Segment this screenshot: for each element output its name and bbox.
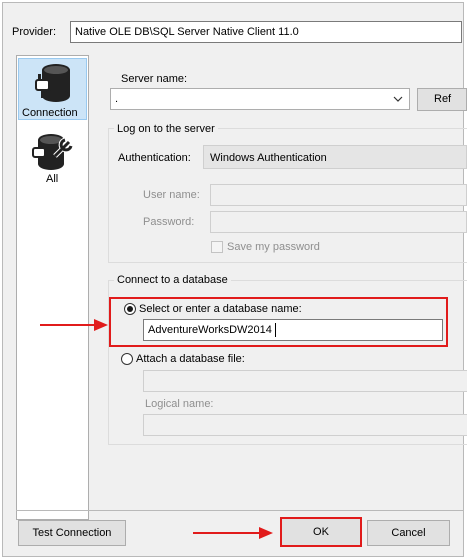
username-label: User name: bbox=[143, 189, 200, 201]
attach-database-label: Attach a database file: bbox=[136, 353, 245, 365]
save-password-label: Save my password bbox=[227, 241, 320, 253]
attach-database-file-input[interactable] bbox=[143, 370, 467, 392]
test-connection-label: Test Connection bbox=[32, 527, 112, 539]
logical-name-label: Logical name: bbox=[145, 398, 214, 410]
authentication-select[interactable]: Windows Authentication bbox=[203, 145, 467, 169]
server-name-label: Server name: bbox=[121, 73, 188, 85]
sidebar-item-connection-label: Connection bbox=[22, 107, 78, 119]
cancel-button[interactable]: Cancel bbox=[367, 520, 450, 546]
sidebar-item-all[interactable]: All bbox=[18, 132, 87, 187]
database-name-value: AdventureWorksDW2014 bbox=[148, 324, 272, 336]
annotation-arrow-icon bbox=[40, 318, 110, 335]
database-legend: Connect to a database bbox=[114, 273, 231, 287]
username-input[interactable] bbox=[210, 184, 467, 206]
text-cursor bbox=[275, 323, 276, 337]
password-input[interactable] bbox=[210, 211, 467, 233]
password-label: Password: bbox=[143, 216, 195, 228]
authentication-value: Windows Authentication bbox=[210, 152, 327, 164]
sidebar bbox=[16, 55, 89, 520]
footer-divider bbox=[16, 510, 464, 511]
ok-button-label: OK bbox=[313, 526, 329, 538]
provider-field[interactable]: Native OLE DB\SQL Server Native Client 1… bbox=[70, 21, 462, 43]
sidebar-item-all-label: All bbox=[46, 173, 59, 185]
sidebar-item-connection[interactable]: Connection bbox=[18, 58, 87, 120]
select-database-label: Select or enter a database name: bbox=[139, 303, 302, 315]
server-name-value: . bbox=[115, 93, 119, 105]
save-password-checkbox[interactable] bbox=[211, 241, 223, 253]
all-properties-icon bbox=[31, 132, 75, 177]
test-connection-button[interactable]: Test Connection bbox=[18, 520, 126, 546]
logon-legend: Log on to the server bbox=[114, 122, 218, 136]
chevron-down-icon[interactable] bbox=[393, 94, 403, 107]
select-database-radio[interactable] bbox=[124, 303, 136, 315]
logical-name-input[interactable] bbox=[143, 414, 467, 436]
annotation-arrow-icon-ok bbox=[193, 526, 275, 543]
connection-icon bbox=[32, 62, 76, 107]
refresh-button-label: Ref bbox=[434, 93, 452, 105]
refresh-button[interactable]: Ref bbox=[417, 88, 467, 111]
authentication-label: Authentication: bbox=[118, 152, 191, 164]
provider-value: Native OLE DB\SQL Server Native Client 1… bbox=[75, 26, 299, 38]
provider-label: Provider: bbox=[12, 26, 57, 38]
ok-button[interactable]: OK bbox=[280, 517, 362, 547]
cancel-button-label: Cancel bbox=[391, 527, 426, 539]
database-name-combobox[interactable]: AdventureWorksDW2014 bbox=[143, 319, 443, 341]
server-name-combobox[interactable]: . bbox=[110, 88, 410, 110]
attach-database-radio[interactable] bbox=[121, 353, 133, 365]
